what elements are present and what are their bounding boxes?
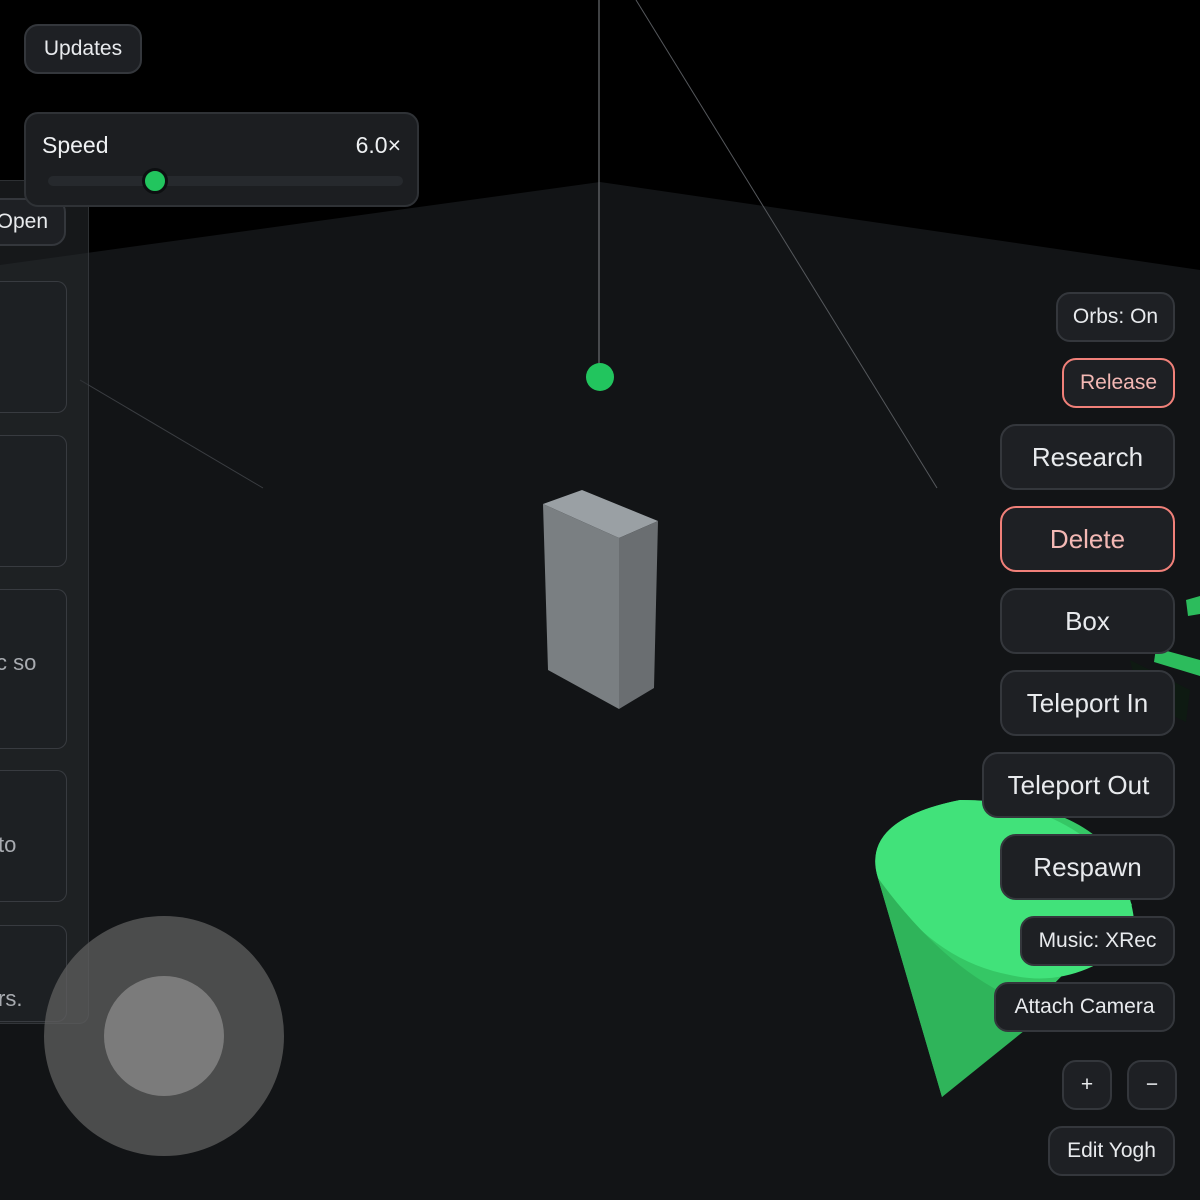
attach-camera-button[interactable]: Attach Camera [994, 982, 1175, 1032]
edit-button[interactable]: Edit Yogh [1048, 1126, 1175, 1176]
side-card-5-text: rs. [0, 986, 23, 1011]
respawn-button[interactable]: Respawn [1000, 834, 1175, 900]
speed-slider-thumb[interactable] [141, 168, 168, 194]
speed-slider-track[interactable] [48, 176, 403, 186]
side-card-3-text: c so [0, 650, 37, 675]
plus-icon: + [1080, 1073, 1094, 1096]
orbs-toggle-button[interactable]: Orbs: On [1056, 292, 1175, 342]
delete-button[interactable]: Delete [1000, 506, 1175, 572]
music-toggle-button[interactable]: Music: XRec [1020, 916, 1175, 966]
attach-camera-label: Attach Camera [1014, 995, 1155, 1018]
delete-button-label: Delete [1049, 523, 1126, 554]
speed-label: Speed [42, 132, 109, 158]
side-card-2[interactable] [0, 435, 67, 567]
updates-button-label: Updates [43, 37, 123, 60]
zoom-out-button[interactable]: − [1127, 1060, 1177, 1110]
box-button[interactable]: Box [1000, 588, 1175, 654]
grey-box-object[interactable] [543, 490, 658, 709]
teleport-out-button[interactable]: Teleport Out [982, 752, 1175, 818]
side-card-1[interactable] [0, 281, 67, 413]
research-button-label: Research [1031, 441, 1144, 472]
open-button-label: Open [0, 210, 48, 233]
teleport-in-button[interactable]: Teleport In [1000, 670, 1175, 736]
speed-value: 6.0× [355, 132, 401, 158]
joystick-knob[interactable] [104, 976, 224, 1096]
side-card-4-text: to [0, 832, 17, 857]
zoom-in-button[interactable]: + [1062, 1060, 1112, 1110]
respawn-button-label: Respawn [1033, 851, 1142, 882]
research-button[interactable]: Research [1000, 424, 1175, 490]
release-button[interactable]: Release [1062, 358, 1175, 408]
speed-panel: Speed 6.0× [24, 112, 419, 207]
teleport-out-button-label: Teleport Out [1007, 769, 1150, 800]
green-orb[interactable] [586, 363, 614, 391]
box-button-label: Box [1065, 605, 1110, 636]
updates-button[interactable]: Updates [24, 24, 142, 74]
release-button-label: Release [1079, 371, 1158, 394]
joystick-base[interactable] [44, 916, 284, 1156]
teleport-in-button-label: Teleport In [1026, 687, 1149, 718]
edit-button-label: Edit Yogh [1067, 1139, 1156, 1162]
music-toggle-label: Music: XRec [1038, 929, 1157, 952]
minus-icon: − [1145, 1073, 1159, 1096]
orbs-toggle-label: Orbs: On [1072, 305, 1159, 328]
